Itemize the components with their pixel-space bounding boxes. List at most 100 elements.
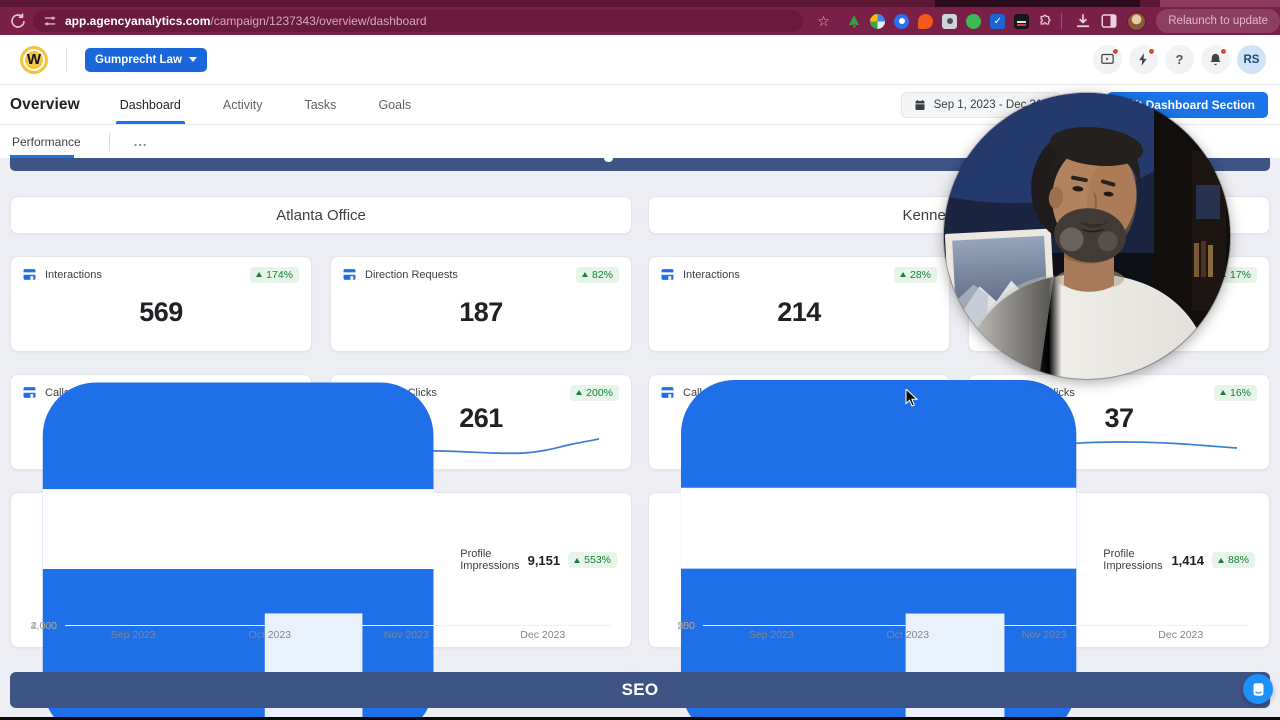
x-axis-label: Sep 2023 (703, 629, 840, 641)
stat-card: Interactions28%214 (648, 256, 950, 352)
stat-card: Direction Requests 82%187 (330, 256, 632, 352)
seo-section-label: SEO (622, 680, 659, 700)
google-business-profile-icon (343, 268, 356, 281)
tab-dashboard[interactable]: Dashboard (120, 85, 181, 124)
stat-label: Direction Requests (365, 269, 458, 281)
quick-actions-button[interactable] (1129, 45, 1158, 74)
notifications-button[interactable] (1201, 45, 1230, 74)
notification-dot (1220, 48, 1227, 55)
triangle-up-icon (582, 272, 588, 277)
google-business-profile-icon (23, 268, 36, 281)
change-badge: 16% (1214, 385, 1257, 401)
change-badge: 28% (894, 267, 937, 283)
x-axis-label: Nov 2023 (976, 629, 1113, 641)
download-icon[interactable] (1074, 12, 1092, 30)
x-axis-labels: Sep 2023Oct 2023Nov 2023Dec 2023 (65, 629, 611, 641)
extension-globe-icon[interactable] (870, 14, 885, 29)
chart-title: Profile Impressions (460, 548, 527, 572)
tab-tasks[interactable]: Tasks (304, 85, 336, 124)
header-divider (66, 48, 67, 72)
company-selector-button[interactable]: Gumprecht Law (85, 48, 207, 72)
chart-total: 9,151 (528, 553, 561, 568)
url-path: /campaign/1237343/overview/dashboard (210, 14, 426, 28)
extension-check-icon[interactable]: ✓ (990, 14, 1005, 29)
url-domain: app.agencyanalytics.com (65, 14, 210, 28)
office-title: Atlanta Office (10, 196, 632, 234)
agency-logo[interactable]: W (20, 46, 48, 74)
browser-active-tab[interactable] (935, 0, 1140, 7)
webcam-overlay (944, 93, 1230, 379)
triangle-up-icon (1218, 558, 1224, 563)
extension-green-icon[interactable] (966, 14, 981, 29)
change-badge: 88% (1212, 552, 1255, 568)
stat-value: 569 (23, 283, 299, 342)
stat-label: Interactions (45, 269, 102, 281)
browser-chrome: app.agencyanalytics.com/campaign/1237343… (0, 0, 1280, 35)
relaunch-button[interactable]: Relaunch to update (1156, 9, 1280, 33)
extension-blue-icon[interactable] (894, 14, 909, 29)
notification-dot (1112, 48, 1119, 55)
webcam-video (944, 93, 1230, 379)
change-badge: 82% (576, 267, 619, 283)
stat-card: Interactions 174%569 (10, 256, 312, 352)
extension-camera-icon[interactable] (942, 14, 957, 29)
change-badge: 553% (568, 552, 617, 568)
section-bar-seo: SEO (10, 672, 1270, 708)
updates-button[interactable] (1093, 45, 1122, 74)
browser-tab[interactable] (1160, 0, 1280, 7)
toolbar-divider (1061, 13, 1062, 29)
tab-performance[interactable]: Performance (12, 125, 91, 158)
tab-goals[interactable]: Goals (378, 85, 411, 124)
google-business-profile-icon (25, 347, 451, 720)
chart-total: 1,414 (1171, 553, 1204, 568)
section-letter-fragment (604, 158, 613, 162)
x-axis-label: Sep 2023 (65, 629, 202, 641)
google-business-profile-icon (663, 344, 1094, 720)
app-header: W Gumprecht Law ? RS (0, 35, 1280, 85)
address-bar[interactable]: app.agencyanalytics.com/campaign/1237343… (33, 10, 803, 32)
help-icon: ? (1176, 52, 1184, 67)
profile-impressions-chart-card: Profile Impressions9,151553%02,0004,000S… (10, 492, 632, 648)
extension-orange-icon[interactable] (918, 14, 933, 29)
reload-icon[interactable] (9, 12, 27, 30)
triangle-up-icon (256, 272, 262, 277)
extension-dark-icon[interactable] (1014, 14, 1029, 29)
triangle-up-icon (576, 390, 582, 395)
nav-tabs: Dashboard Activity Tasks Goals (120, 85, 411, 124)
company-name: Gumprecht Law (95, 54, 182, 66)
y-axis-label: 4,000 (31, 620, 57, 632)
chart-title: Profile Impressions (1103, 548, 1171, 572)
y-axis-label: 500 (677, 620, 695, 632)
change-badge: 200% (570, 385, 619, 401)
sidebar-icon[interactable] (1100, 12, 1118, 30)
triangle-up-icon (900, 272, 906, 277)
x-axis-label: Nov 2023 (338, 629, 475, 641)
calendar-icon (914, 99, 926, 111)
notification-dot (1148, 48, 1155, 55)
office-column-atlanta: Atlanta Office Interactions 174%569 Direct… (10, 196, 632, 648)
stat-value: 187 (343, 283, 619, 342)
site-info-icon[interactable] (43, 14, 57, 28)
browser-profile-avatar[interactable] (1127, 12, 1146, 31)
tab-activity[interactable]: Activity (223, 85, 263, 124)
caret-down-icon (189, 57, 197, 62)
subtab-divider (109, 133, 110, 151)
chat-widget-button[interactable] (1243, 674, 1273, 704)
change-badge: 174% (250, 267, 299, 283)
extension-tree-icon[interactable] (846, 14, 861, 29)
help-button[interactable]: ? (1165, 45, 1194, 74)
bookmark-star-icon[interactable]: ☆ (815, 13, 832, 30)
x-axis-label: Dec 2023 (475, 629, 612, 641)
gridline (65, 625, 611, 626)
x-axis-labels: Sep 2023Oct 2023Nov 2023Dec 2023 (703, 629, 1249, 641)
extensions-puzzle-icon[interactable] (1038, 14, 1053, 29)
gridline (703, 625, 1249, 626)
x-axis-label: Oct 2023 (202, 629, 339, 641)
user-avatar[interactable]: RS (1237, 45, 1266, 74)
more-tabs-button[interactable]: ... (134, 134, 148, 149)
triangle-up-icon (1220, 390, 1226, 395)
triangle-up-icon (574, 558, 580, 563)
browser-tab-strip (0, 0, 1280, 7)
stat-value: 214 (661, 283, 937, 342)
mouse-cursor (905, 389, 919, 407)
